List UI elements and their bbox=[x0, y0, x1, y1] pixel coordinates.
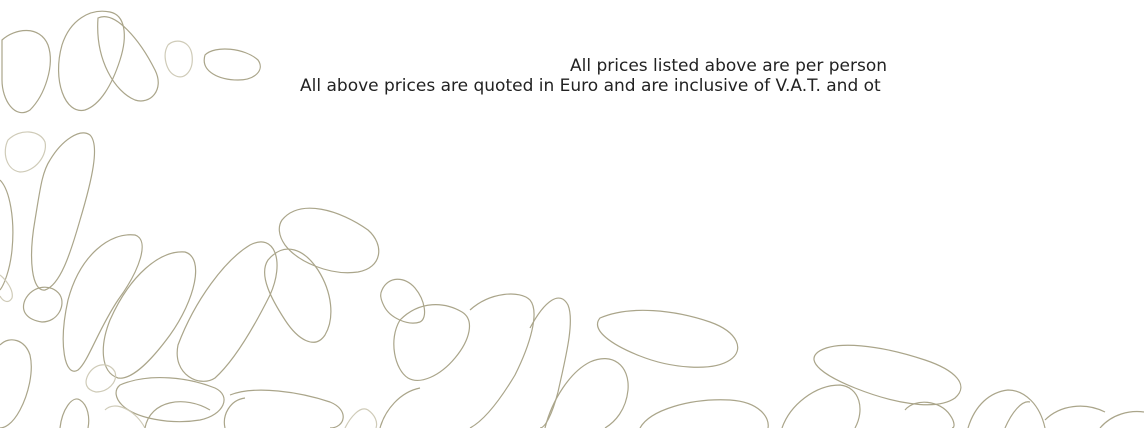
per-person-note: All prices listed above are per person bbox=[570, 56, 888, 76]
currency-note: All above prices are quoted in Euro and … bbox=[300, 76, 881, 96]
price-notes: All prices listed above are per person A… bbox=[0, 56, 1144, 96]
